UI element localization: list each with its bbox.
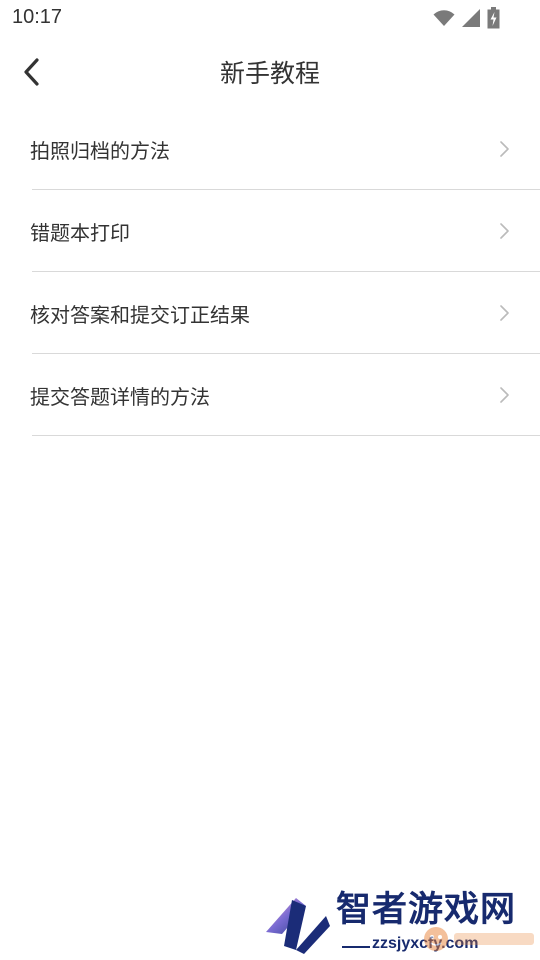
cell-signal-icon — [462, 9, 480, 27]
menu-item-label: 错题本打印 — [30, 221, 130, 245]
watermark-stamp-icon — [424, 927, 534, 951]
menu-item-label: 拍照归档的方法 — [30, 139, 170, 163]
chevron-right-icon — [500, 305, 509, 321]
watermark: 智者游戏网 zzsjyxcfy.com — [262, 888, 540, 960]
status-bar: 10:17 — [0, 0, 540, 36]
wifi-icon — [433, 10, 455, 26]
watermark-line — [342, 946, 370, 948]
menu-item-error-book-print[interactable]: 错题本打印 — [0, 190, 540, 272]
chevron-right-icon — [500, 141, 509, 157]
divider — [32, 435, 540, 436]
battery-charging-icon — [487, 7, 500, 29]
menu-list: 拍照归档的方法 错题本打印 核对答案和提交订正结果 提交答题详情的方法 — [0, 108, 540, 436]
chevron-right-icon — [500, 223, 509, 239]
status-icons — [433, 7, 500, 29]
menu-item-check-answers[interactable]: 核对答案和提交订正结果 — [0, 272, 540, 354]
chevron-right-icon — [500, 387, 509, 403]
menu-item-photo-archive[interactable]: 拍照归档的方法 — [0, 108, 540, 190]
menu-item-label: 提交答题详情的方法 — [30, 385, 210, 409]
page-title: 新手教程 — [219, 59, 320, 88]
menu-item-label: 核对答案和提交订正结果 — [30, 303, 250, 327]
menu-item-submit-answer-details[interactable]: 提交答题详情的方法 — [0, 354, 540, 436]
status-time: 10:17 — [12, 6, 63, 28]
header: 新手教程 — [0, 36, 540, 108]
watermark-logo-icon — [266, 898, 330, 954]
